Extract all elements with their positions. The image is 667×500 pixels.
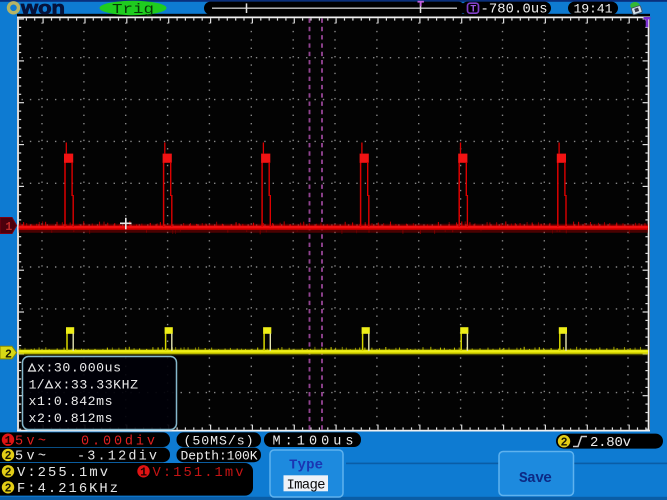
svg-text:2.80v: 2.80v [590,435,631,451]
svg-text:Trig: Trig [112,3,154,18]
svg-text:1: 1 [5,435,12,448]
svg-text:x:30.000us: x:30.000us [37,361,121,376]
svg-text:T: T [470,5,476,16]
svg-text:(50MS/s): (50MS/s) [184,433,254,448]
svg-text:1: 1 [140,467,147,480]
svg-text:5v~: 5v~ [15,434,46,449]
svg-text:2: 2 [5,483,12,496]
svg-text:2: 2 [5,450,12,463]
svg-text:Type: Type [289,458,323,474]
svg-text:Image: Image [287,478,326,494]
svg-text:V:255.1mv: V:255.1mv [17,466,108,481]
svg-text:x:33.33KHZ: x:33.33KHZ [54,377,138,392]
svg-text:Save: Save [519,471,552,487]
svg-text:won: won [20,0,65,18]
svg-text:1: 1 [5,221,12,234]
svg-text:x1:0.842ms: x1:0.842ms [29,394,113,409]
svg-text:19:41: 19:41 [574,1,613,16]
svg-text:-780.0us: -780.0us [481,3,548,18]
svg-text:2: 2 [561,437,568,450]
svg-text:M:100us: M:100us [273,434,354,449]
svg-text:V:151.1mv: V:151.1mv [153,466,244,481]
svg-text:x2:0.812ms: x2:0.812ms [29,411,113,426]
svg-text:Depth:100K: Depth:100K [181,449,258,464]
svg-text:5v~: 5v~ [15,450,46,465]
svg-text:2: 2 [5,467,12,480]
svg-text:2: 2 [5,348,12,361]
svg-text:1/: 1/ [29,377,45,392]
svg-text:0.00div: 0.00div [81,434,155,449]
